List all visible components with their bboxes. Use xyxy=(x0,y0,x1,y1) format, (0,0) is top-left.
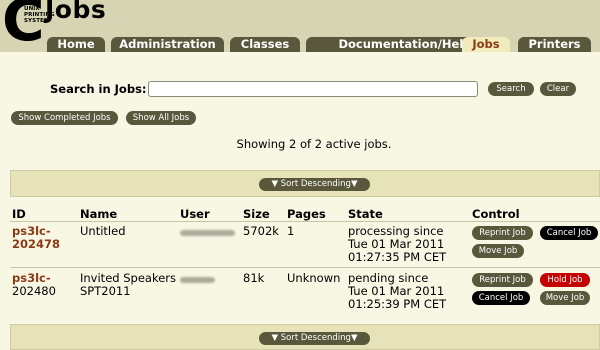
job-user-redacted xyxy=(180,230,235,236)
sort-band-bottom: ▼ Sort Descending▼ xyxy=(10,324,600,350)
tab-classes[interactable]: Classes xyxy=(230,37,300,52)
show-completed-jobs-button[interactable]: Show Completed Jobs xyxy=(11,111,118,125)
job-size: 5702k xyxy=(243,224,279,238)
reprint-job-button[interactable]: Reprint Job xyxy=(472,273,533,287)
cancel-job-button[interactable]: Cancel Job xyxy=(540,226,598,240)
tab-administration[interactable]: Administration xyxy=(111,37,224,52)
job-id[interactable]: ps3lc- 202480 xyxy=(12,272,56,298)
cancel-job-button[interactable]: Cancel Job xyxy=(472,291,530,305)
job-pages: Unknown xyxy=(287,271,341,285)
col-header-user: User xyxy=(180,207,210,221)
sort-band-top: ▼ Sort Descending▼ xyxy=(10,170,600,197)
job-state: processing since Tue 01 Mar 2011 01:27:3… xyxy=(348,224,447,264)
triangle-down-icon: ▼ xyxy=(271,179,281,189)
search-input[interactable] xyxy=(148,81,478,97)
cups-logo[interactable]: C UNIX PRINTING SYSTEM xyxy=(2,0,55,50)
row-divider xyxy=(10,267,600,268)
tab-printers[interactable]: Printers xyxy=(518,37,591,52)
job-id[interactable]: ps3lc- 202478 xyxy=(12,225,60,251)
page-title: Jobs xyxy=(45,0,107,24)
sort-descending-button-bottom[interactable]: ▼ Sort Descending▼ xyxy=(259,332,370,345)
move-job-button[interactable]: Move Job xyxy=(472,244,524,258)
triangle-down-icon: ▼ xyxy=(350,333,358,343)
col-header-control: Control xyxy=(472,207,520,221)
sort-descending-button-top[interactable]: ▼ Sort Descending▼ xyxy=(259,178,370,191)
jobs-summary: Showing 2 of 2 active jobs. xyxy=(236,137,392,151)
page-header: C UNIX PRINTING SYSTEM Jobs Home Adminis… xyxy=(0,0,600,52)
tab-home[interactable]: Home xyxy=(47,37,105,52)
search-label: Search in Jobs: xyxy=(50,82,147,96)
main-content: Search in Jobs: Search Clear Show Comple… xyxy=(0,52,600,350)
reprint-job-button[interactable]: Reprint Job xyxy=(472,226,533,240)
move-job-button[interactable]: Move Job xyxy=(540,291,590,305)
col-header-id: ID xyxy=(12,207,26,221)
job-name: Invited Speakers SPT2011 xyxy=(80,271,176,298)
clear-button[interactable]: Clear xyxy=(540,82,576,96)
tab-jobs[interactable]: Jobs xyxy=(462,37,510,52)
job-name: Untitled xyxy=(80,224,126,238)
triangle-down-icon: ▼ xyxy=(350,179,358,189)
col-header-size: Size xyxy=(243,207,270,221)
job-state: pending since Tue 01 Mar 2011 01:25:39 P… xyxy=(348,271,447,311)
col-header-pages: Pages xyxy=(287,207,326,221)
col-header-name: Name xyxy=(80,207,118,221)
job-user-redacted xyxy=(180,277,215,283)
show-all-jobs-button[interactable]: Show All Jobs xyxy=(126,111,196,125)
row-divider xyxy=(10,221,600,222)
col-header-state: State xyxy=(348,207,383,221)
hold-job-button[interactable]: Hold Job xyxy=(540,273,590,287)
search-button[interactable]: Search xyxy=(488,82,534,96)
job-pages: 1 xyxy=(287,224,295,238)
triangle-down-icon: ▼ xyxy=(271,333,281,343)
job-size: 81k xyxy=(243,271,265,285)
